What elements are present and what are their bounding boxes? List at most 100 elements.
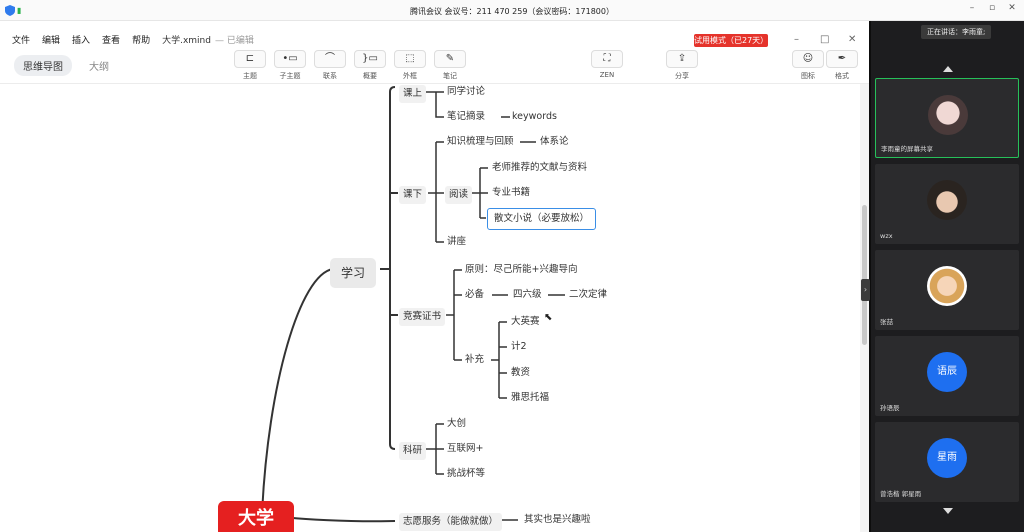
topic-root[interactable]: 大学	[218, 501, 294, 532]
topic-erci[interactable]: 二次定律	[569, 288, 607, 302]
topic-zhuanye[interactable]: 专业书籍	[492, 186, 530, 200]
maximize-button[interactable]: ▫	[985, 3, 999, 13]
topic-zhishi[interactable]: 知识梳理与回顾	[447, 135, 514, 149]
topic-biji[interactable]: 笔记摘录	[447, 110, 485, 124]
topic-hulian[interactable]: 互联网+	[447, 442, 483, 456]
minimize-button[interactable]: –	[965, 3, 979, 13]
subtopic-button[interactable]: •▭ 子主题	[272, 50, 308, 81]
participant-tile[interactable]: 李雨童的屏幕共享	[875, 78, 1019, 158]
menu-view[interactable]: 查看	[102, 33, 120, 47]
avatar: 语辰	[927, 352, 967, 392]
trial-badge[interactable]: 试用模式（已27天）	[694, 34, 768, 47]
topic-tiaozhan[interactable]: 挑战杯等	[447, 467, 485, 481]
mouse-cursor-icon: ⬉	[544, 312, 553, 323]
close-button[interactable]: ✕	[1005, 3, 1019, 13]
zen-button[interactable]: ⛶ ZEN	[589, 50, 625, 79]
boundary-icon: ⬚	[394, 50, 426, 68]
topic-qishi[interactable]: 其实也是兴趣啦	[524, 513, 591, 527]
relationship-icon: ⌒	[314, 50, 346, 68]
topic-jiaozi[interactable]: 教资	[511, 366, 530, 380]
participant-name: wzx	[880, 232, 893, 240]
topic-tongxue[interactable]: 同学讨论	[447, 85, 485, 99]
topic-dachuang[interactable]: 大创	[447, 417, 466, 431]
topic-daying[interactable]: 大英赛	[511, 315, 540, 329]
topic-laoshi[interactable]: 老师推荐的文献与资料	[492, 161, 587, 175]
scroll-down-icon[interactable]	[943, 508, 953, 514]
topic-keywords[interactable]: keywords	[512, 110, 557, 124]
topic-siliuji[interactable]: 四六级	[513, 288, 542, 302]
participant-name: 李雨童的屏幕共享	[881, 145, 933, 153]
note-icon: ✎	[434, 50, 466, 68]
topic-buchong[interactable]: 补充	[465, 353, 484, 367]
summary-label: 概要	[363, 72, 377, 80]
topic-main[interactable]: 学习	[330, 258, 377, 288]
avatar: 星雨	[927, 438, 967, 478]
topic-keshang[interactable]: 课上	[399, 85, 427, 103]
relationship-label: 联系	[323, 72, 337, 80]
zen-label: ZEN	[599, 71, 615, 79]
participant-name: 张喆	[880, 318, 893, 326]
avatar	[927, 180, 967, 220]
topic-jingsai[interactable]: 竞赛证书	[399, 308, 446, 326]
xmind-minimize-button[interactable]: –	[794, 34, 799, 45]
participant-tile[interactable]: 星雨 曾浩楷 郭星雨	[875, 422, 1019, 502]
topic-yuedu[interactable]: 阅读	[445, 186, 473, 204]
subtopic-icon: •▭	[274, 50, 306, 68]
sidebar-toggle-icon[interactable]: ›	[861, 279, 870, 301]
relationship-button[interactable]: ⌒ 联系	[312, 50, 348, 81]
participant-tile[interactable]: 张喆	[875, 250, 1019, 330]
tab-mindmap[interactable]: 思维导图	[14, 55, 72, 76]
menu-file[interactable]: 文件	[12, 33, 30, 47]
topic-yuanze[interactable]: 原则：尽己所能+兴趣导向	[465, 263, 577, 277]
topic-sanwen-selected[interactable]: 散文小说（必要放松）	[487, 208, 597, 230]
format-icon: ✒	[826, 50, 858, 68]
participant-name: 曾浩楷 郭星雨	[880, 490, 922, 498]
topic-zhiyuan[interactable]: 志愿服务（能做就做）	[399, 513, 503, 531]
topic-label: 主题	[243, 72, 257, 80]
format-panel-button[interactable]: ✒ 格式	[824, 50, 860, 81]
topic-jiangzuo[interactable]: 讲座	[447, 235, 466, 249]
topic-button[interactable]: ⊏ 主题	[232, 50, 268, 81]
zen-icon: ⛶	[591, 50, 623, 68]
participant-tile[interactable]: wzx	[875, 164, 1019, 244]
share-label: 分享	[675, 72, 689, 80]
topic-icon: ⊏	[234, 50, 266, 68]
topic-tixi[interactable]: 体系论	[540, 135, 569, 149]
summary-button[interactable]: }▭ 概要	[352, 50, 388, 81]
note-label: 笔记	[443, 72, 457, 80]
avatar	[927, 266, 967, 306]
meeting-title-bar: ▮ 腾讯会议 会议号：211 470 259（会议密码：171800） – ▫ …	[0, 0, 1024, 21]
topic-ji2[interactable]: 计2	[511, 340, 527, 354]
note-button[interactable]: ✎ 笔记	[432, 50, 468, 81]
scrollbar-thumb[interactable]	[862, 205, 867, 345]
sidebar-divider	[869, 21, 871, 532]
xmind-close-button[interactable]: ✕	[848, 34, 856, 45]
participant-tile[interactable]: 语辰 孙语辰	[875, 336, 1019, 416]
participant-name: 孙语辰	[880, 404, 900, 412]
menu-edit[interactable]: 编辑	[42, 33, 60, 47]
edited-status: — 已编辑	[214, 36, 254, 46]
boundary-button[interactable]: ⬚ 外框	[392, 50, 428, 81]
tab-outline[interactable]: 大纲	[80, 55, 118, 76]
view-mode-tabs: 思维导图 大纲	[14, 55, 118, 76]
speaking-indicator: 正在讲话：李雨童;	[921, 25, 992, 39]
icon-panel-label: 图标	[801, 72, 815, 80]
share-button[interactable]: ⇪ 分享	[664, 50, 700, 81]
emoji-icon: ☺	[792, 50, 824, 68]
format-panel-label: 格式	[835, 72, 849, 80]
topic-yasi[interactable]: 雅思托福	[511, 391, 549, 405]
boundary-label: 外框	[403, 72, 417, 80]
topic-keyan[interactable]: 科研	[399, 442, 427, 460]
icon-panel-button[interactable]: ☺ 图标	[790, 50, 826, 81]
menu-insert[interactable]: 插入	[72, 33, 90, 47]
xmind-maximize-button[interactable]: □	[820, 34, 829, 45]
mindmap-canvas[interactable]: 学习 课上 同学讨论 笔记摘录 keywords 课下 知识梳理与回顾 体系论 …	[0, 84, 860, 532]
xmind-window: 文件 编辑 插入 查看 帮助 大学.xmind — 已编辑 试用模式（已27天）…	[0, 21, 869, 532]
menu-bar: 文件 编辑 插入 查看 帮助 大学.xmind — 已编辑	[0, 33, 254, 47]
subtopic-label: 子主题	[279, 72, 301, 80]
topic-bibei[interactable]: 必备	[465, 288, 484, 302]
scroll-up-icon[interactable]	[943, 66, 953, 72]
avatar	[928, 95, 968, 135]
topic-kexia[interactable]: 课下	[399, 186, 427, 204]
menu-help[interactable]: 帮助	[132, 33, 150, 47]
